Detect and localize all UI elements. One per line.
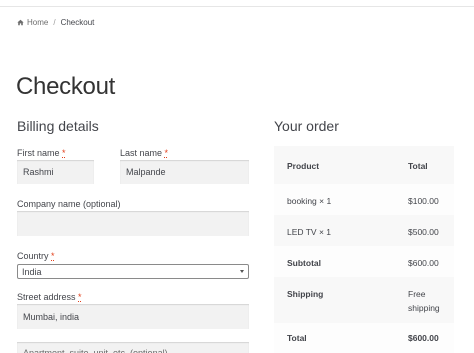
order-item-total: $500.00 — [408, 227, 439, 237]
company-name-label: Company name (optional) — [17, 199, 121, 209]
last-name-field[interactable]: Malpande — [120, 160, 249, 184]
breadcrumb-current: Checkout — [60, 18, 95, 27]
order-item-product: booking × 1 — [287, 196, 331, 206]
order-item-row: LED TV × 1 $500.00 — [274, 215, 454, 246]
first-name-required-mark: * — [62, 148, 66, 158]
order-total-value: $600.00 — [408, 333, 439, 343]
shipping-label: Shipping — [287, 289, 324, 299]
billing-details-heading: Billing details — [17, 118, 99, 134]
company-name-field[interactable] — [17, 211, 249, 236]
header-divider — [0, 6, 474, 7]
country-required-mark: * — [51, 251, 55, 261]
country-select-value: India — [22, 266, 42, 277]
last-name-label: Last name * — [120, 148, 168, 158]
order-item-name: booking — [287, 196, 317, 206]
order-item-name: LED TV — [287, 227, 317, 237]
first-name-label: First name * — [17, 148, 66, 158]
product-column-header: Product — [287, 161, 320, 171]
subtotal-value: $600.00 — [408, 258, 439, 268]
order-table-header: Product Total — [274, 146, 454, 184]
country-label: Country * — [17, 251, 55, 261]
subtotal-label: Subtotal — [287, 258, 321, 268]
subtotal-row: Subtotal $600.00 — [274, 246, 454, 277]
total-column-header: Total — [408, 161, 428, 171]
first-name-field[interactable]: Rashmi — [17, 160, 94, 184]
last-name-required-mark: * — [164, 148, 169, 158]
chevron-down-icon — [240, 270, 244, 273]
home-icon — [17, 19, 24, 26]
order-total-label: Total — [287, 333, 307, 343]
your-order-heading: Your order — [274, 118, 339, 134]
shipping-value-line2: shipping — [408, 303, 440, 313]
street-address-label-text: Street address — [17, 292, 76, 302]
company-name-label-text: Company name (optional) — [17, 199, 121, 209]
country-select[interactable]: India — [17, 264, 249, 279]
order-review-table: Product Total booking × 1 $100.00 LED TV… — [274, 146, 454, 353]
order-item-qty: × 1 — [318, 227, 332, 237]
order-total-row: Total $600.00 — [274, 323, 454, 353]
country-label-text: Country — [17, 251, 49, 261]
order-item-total: $100.00 — [408, 196, 439, 206]
breadcrumb: Home / Checkout — [17, 18, 94, 27]
street-address-required-mark: * — [78, 292, 82, 302]
order-item-qty: × 1 — [319, 196, 332, 206]
page-title: Checkout — [16, 73, 115, 100]
shipping-row: Shipping Free shipping — [274, 277, 454, 323]
shipping-value-line1: Free — [408, 289, 426, 299]
first-name-label-text: First name — [17, 148, 60, 158]
street-address-label: Street address * — [17, 292, 82, 302]
last-name-label-text: Last name — [120, 148, 163, 158]
breadcrumb-separator: / — [53, 18, 56, 27]
order-item-product: LED TV × 1 — [287, 227, 331, 237]
street-address-field[interactable]: Mumbai, india — [17, 304, 249, 329]
breadcrumb-home-link[interactable]: Home — [27, 18, 48, 27]
street-address-line2-field[interactable]: Apartment, suite, unit, etc. (optional) — [17, 342, 249, 353]
order-item-row: booking × 1 $100.00 — [274, 184, 454, 215]
